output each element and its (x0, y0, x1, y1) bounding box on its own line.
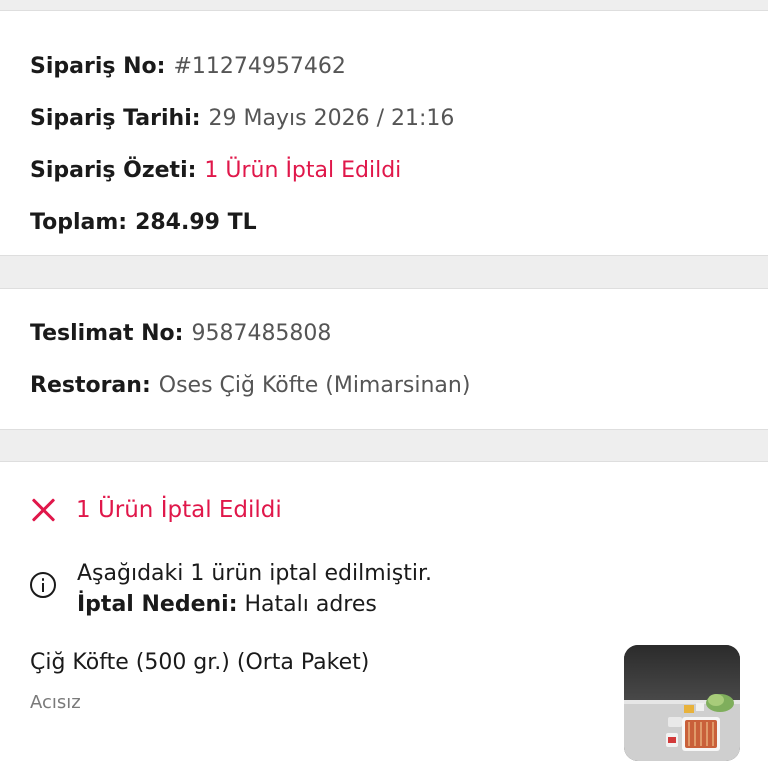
product-variant: Acısız (30, 692, 81, 713)
info-icon (30, 572, 56, 598)
cancellation-reason-value: Hatalı adres (244, 592, 377, 617)
delivery-info-card: Teslimat No: 9587485808 Restoran: Oses Çiğ… (0, 288, 768, 430)
cancellation-card: 1 Ürün İptal Edildi Aşağıdaki 1 ürün ipt… (0, 461, 768, 781)
cancellation-reason: İptal Nedeni: Hatalı adres (77, 589, 432, 620)
delivery-number-value: 9587485808 (191, 321, 332, 346)
product-image (624, 645, 740, 761)
order-summary-status: 1 Ürün İptal Edildi (204, 158, 402, 183)
order-total-label: Toplam: (30, 210, 128, 235)
order-number-label: Sipariş No: (30, 54, 166, 79)
order-number-value: #11274957462 (173, 54, 346, 79)
order-total-value: 284.99 TL (135, 210, 257, 235)
order-date-row: Sipariş Tarihi: 29 Mayıs 2026 / 21:16 (30, 104, 454, 134)
cancellation-info-text: Aşağıdaki 1 ürün iptal edilmiştir. (77, 561, 432, 586)
cancellation-info: Aşağıdaki 1 ürün iptal edilmiştir. İptal… (30, 558, 432, 620)
order-date-label: Sipariş Tarihi: (30, 106, 201, 131)
order-total-row: Toplam: 284.99 TL (30, 208, 257, 238)
restaurant-row: Restoran: Oses Çiğ Köfte (Mimarsinan) (30, 371, 470, 401)
restaurant-name: Oses Çiğ Köfte (Mimarsinan) (158, 373, 471, 398)
cancellation-title: 1 Ürün İptal Edildi (76, 497, 282, 523)
order-summary-label: Sipariş Özeti: (30, 158, 197, 183)
order-summary-card: Sipariş No: #11274957462 Sipariş Tarihi: 2… (0, 10, 768, 256)
close-icon (30, 496, 58, 524)
delivery-number-label: Teslimat No: (30, 321, 184, 346)
restaurant-label: Restoran: (30, 373, 151, 398)
delivery-number-row: Teslimat No: 9587485808 (30, 319, 331, 349)
product-name: Çiğ Köfte (500 gr.) (Orta Paket) (30, 650, 370, 675)
order-date-value: 29 Mayıs 2026 / 21:16 (208, 106, 455, 131)
cancellation-reason-label: İptal Nedeni: (77, 592, 238, 617)
order-summary-row: Sipariş Özeti: 1 Ürün İptal Edildi (30, 156, 401, 186)
cancellation-header: 1 Ürün İptal Edildi (30, 494, 282, 526)
order-number-row: Sipariş No: #11274957462 (30, 52, 346, 82)
